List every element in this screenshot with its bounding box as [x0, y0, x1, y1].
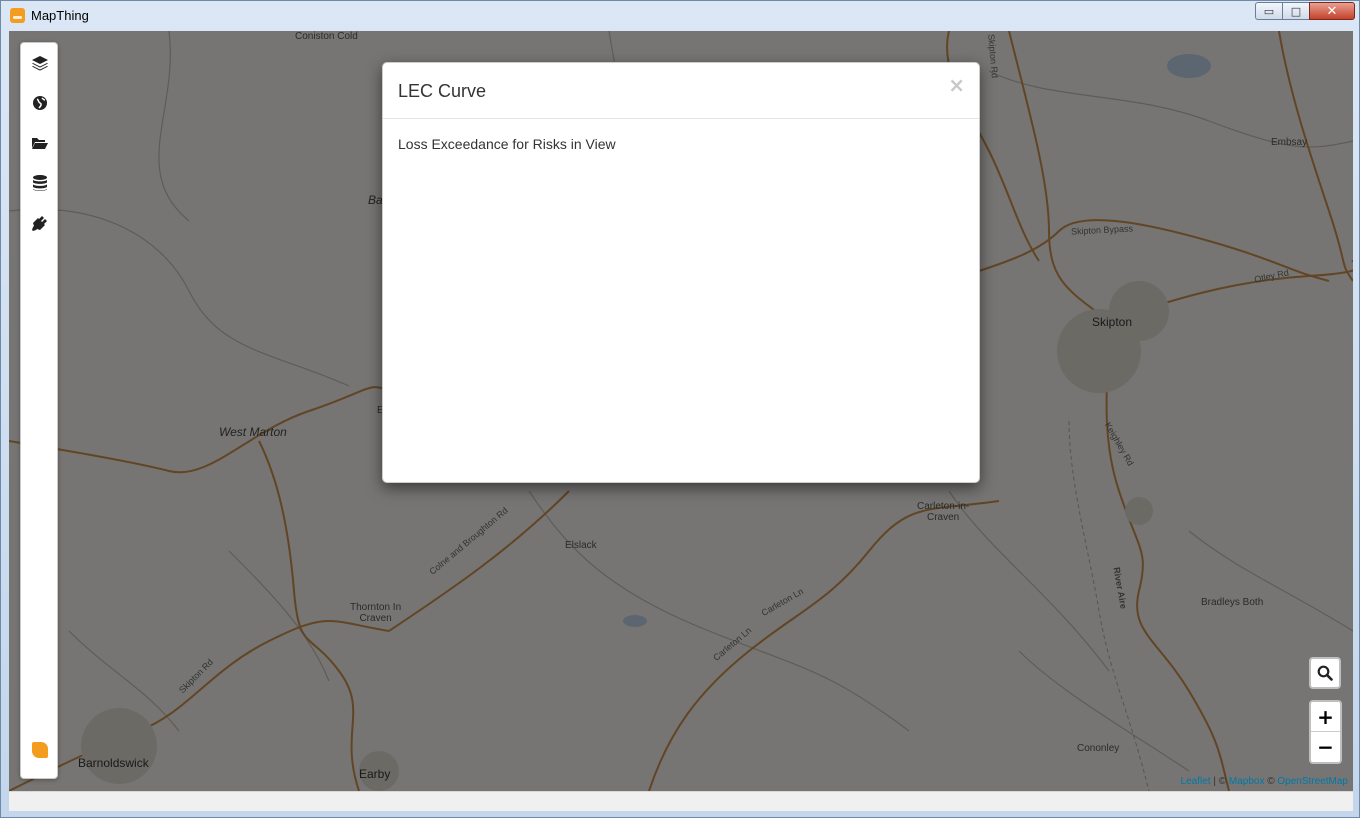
- modal-close-button[interactable]: ×: [948, 75, 965, 95]
- mapthing-logo-icon: [32, 742, 48, 758]
- app-window: MapThing ▭ □ ✕ + − Leaflet | © Mapbox © …: [0, 0, 1360, 818]
- attribution-separator: ©: [1264, 776, 1278, 787]
- lec-curve-modal: LEC Curve × Loss Exceedance for Risks in…: [382, 62, 980, 483]
- zoom-out-button[interactable]: −: [1311, 732, 1340, 762]
- app-logo-icon: [10, 8, 25, 23]
- mapbox-link[interactable]: Mapbox: [1229, 776, 1265, 787]
- sidebar-item-plugins[interactable]: [30, 213, 50, 233]
- folder-open-icon: [32, 138, 48, 149]
- sidebar-item-globe[interactable]: [30, 93, 50, 113]
- zoom-in-button[interactable]: +: [1311, 702, 1340, 732]
- sidebar-item-layers[interactable]: [30, 53, 50, 73]
- title-bar[interactable]: MapThing ▭ □ ✕: [1, 1, 1360, 31]
- sidebar-item-database[interactable]: [30, 173, 50, 193]
- zoom-control: + −: [1309, 700, 1342, 764]
- modal-header: LEC Curve ×: [383, 63, 979, 119]
- openstreetmap-link[interactable]: OpenStreetMap: [1277, 776, 1348, 787]
- client-area: Coniston Cold Embsay Skipton West Marton…: [9, 31, 1353, 811]
- minimize-button[interactable]: ▭: [1255, 2, 1282, 20]
- window-title: MapThing: [31, 8, 89, 23]
- maximize-button[interactable]: □: [1282, 2, 1309, 20]
- chart-subtitle: Loss Exceedance for Risks in View: [398, 136, 616, 152]
- search-button[interactable]: [1309, 657, 1341, 689]
- database-icon: [33, 175, 47, 191]
- modal-body: Loss Exceedance for Risks in View: [383, 119, 979, 169]
- sidebar-item-folder[interactable]: [30, 133, 50, 153]
- window-controls: ▭ □ ✕: [1255, 2, 1355, 20]
- leaflet-link[interactable]: Leaflet: [1181, 776, 1211, 787]
- attribution-separator: | ©: [1210, 776, 1229, 787]
- sidebar: [20, 42, 58, 779]
- status-bar: [9, 791, 1353, 811]
- globe-icon: [33, 96, 47, 110]
- search-icon: [1317, 665, 1333, 681]
- layers-icon: [32, 56, 48, 71]
- plug-icon: [32, 216, 47, 231]
- modal-title: LEC Curve: [398, 81, 487, 101]
- close-window-button[interactable]: ✕: [1309, 2, 1355, 20]
- map-attribution: Leaflet | © Mapbox © OpenStreetMap: [1181, 776, 1348, 787]
